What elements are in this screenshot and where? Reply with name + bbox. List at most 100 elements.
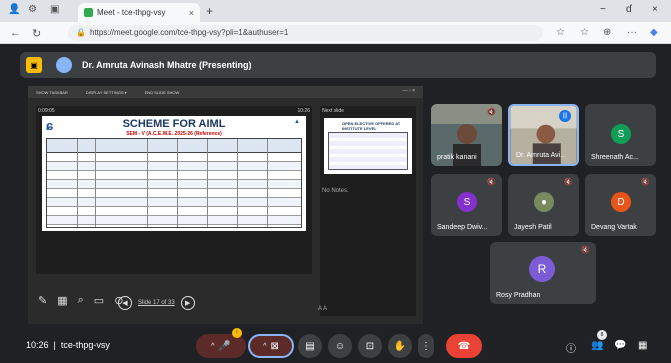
participant-tile[interactable]: 🔇 D Devang Vartak: [585, 174, 656, 236]
more-menu-icon[interactable]: ···: [627, 27, 637, 38]
slide-timer: 0:09:05: [38, 108, 55, 114]
presenter-toolbar: SHOW TASKBAR DISPLAY SETTINGS ▾ END SLID…: [28, 86, 423, 98]
participant-avatar: R: [529, 256, 555, 282]
participant-tile[interactable]: 🔇 pratik kanani: [431, 104, 502, 166]
chevron-up-icon[interactable]: ^: [211, 343, 214, 350]
table-row: [47, 180, 301, 189]
present-button[interactable]: ⊡: [358, 334, 382, 358]
current-slide: ɕ ▲ SCHEME FOR AIML SEM - V (A.C.E.W.E. …: [42, 116, 306, 231]
hand-icon: ✋: [393, 340, 407, 352]
camera-off-icon: ⊠: [270, 340, 279, 352]
participant-name: Dr. Amruta Avi...: [516, 152, 567, 159]
participant-tile[interactable]: 🔇 R Rosy Pradhan: [490, 242, 596, 304]
presenter-tools: ✎ ▦ ⌕ ▭ ⊙: [38, 294, 123, 307]
participant-name: Devang Vartak: [591, 224, 637, 231]
display-settings-button: DISPLAY SETTINGS ▾: [85, 89, 127, 95]
tab-actions-icon[interactable]: ▣: [50, 4, 59, 15]
end-slide-show-button: END SLIDE SHOW: [144, 89, 180, 95]
table-row: [47, 171, 301, 180]
leave-call-button[interactable]: ☎: [446, 334, 482, 358]
table-divider: [267, 139, 268, 227]
table-divider: [95, 139, 96, 227]
meet-favicon-icon: [84, 8, 93, 17]
url-field[interactable]: 🔒 https://meet.google.com/tce-thpg-vsy?p…: [68, 25, 543, 41]
maximize-button[interactable]: ɗ: [626, 4, 632, 15]
participant-photo-avatar: ●: [534, 192, 554, 212]
slide-navigation: ◀ Slide 17 of 33 ▶: [118, 296, 195, 310]
mic-off-icon: 🎤: [218, 340, 231, 352]
zoom-magnifier-icon: ⌕: [77, 294, 84, 306]
mic-off-icon: 🔇: [487, 179, 496, 186]
table-row: [47, 216, 301, 225]
next-slide-icon: ▶: [180, 296, 195, 310]
call-controls-bar: 10:26 | tce-thpg-vsy ^ 🎤 ! ^ ⊠ ▤ ☺ ⊡ ✋ ⋮…: [0, 328, 671, 363]
more-vert-icon: ⋮: [421, 340, 431, 352]
participant-avatar: S: [457, 192, 477, 212]
participant-tile[interactable]: 🔇 S Sandeep Dwiv...: [431, 174, 502, 236]
table-divider: [207, 139, 208, 227]
pen-icon: ✎: [38, 295, 48, 307]
reactions-button[interactable]: ☺: [328, 334, 352, 358]
chat-icon[interactable]: 💬: [614, 340, 626, 351]
participant-tile[interactable]: ||| Dr. Amruta Avi...: [508, 104, 579, 166]
url-text: https://meet.google.com/tce-thpg-vsy?pli…: [90, 28, 289, 37]
chevron-up-icon[interactable]: ^: [263, 343, 266, 350]
meeting-time-and-code: 10:26 | tce-thpg-vsy: [26, 340, 110, 350]
table-row: [47, 198, 301, 207]
collections-icon[interactable]: ☆: [580, 27, 589, 38]
meeting-info-icon[interactable]: ⓘ: [566, 340, 576, 355]
participant-tile[interactable]: S Shreenath Ac...: [585, 104, 656, 166]
show-taskbar-button: SHOW TASKBAR: [36, 89, 68, 95]
next-slide-pane: Next slide OPEN ELECTIVE OFFERED AT INST…: [320, 106, 416, 316]
slide-clock: 10:26: [297, 108, 310, 114]
presenter-avatar: [56, 57, 72, 73]
table-header: [47, 139, 301, 153]
tab-title: Meet - tce-thpg-vsy: [97, 8, 166, 17]
workspaces-icon[interactable]: ⚙: [28, 4, 37, 15]
people-icon[interactable]: 👥: [591, 340, 603, 351]
mic-off-icon: 🔇: [564, 179, 573, 186]
font-size-icons: A A: [318, 306, 328, 312]
address-bar-row: ← ↻ 🔒 https://meet.google.com/tce-thpg-v…: [0, 22, 671, 44]
participant-name: Jayesh Patil: [514, 224, 552, 231]
captions-icon: ▤: [305, 340, 315, 352]
hang-up-icon: ☎: [457, 340, 471, 352]
browser-tab-meet[interactable]: Meet - tce-thpg-vsy ×: [78, 3, 200, 22]
emoji-icon: ☺: [334, 340, 346, 352]
activities-icon[interactable]: ▦: [638, 340, 647, 351]
participant-tile[interactable]: 🔇 ● Jayesh Patil: [508, 174, 579, 236]
close-window-button[interactable]: ×: [652, 4, 658, 15]
participant-name: Shreenath Ac...: [591, 154, 639, 161]
captions-button[interactable]: ▤: [298, 334, 322, 358]
table-divider: [77, 139, 78, 227]
lock-icon: 🔒: [76, 28, 86, 37]
share-window-controls: — ▫ ×: [402, 88, 415, 94]
back-arrow-icon[interactable]: ←: [10, 27, 21, 39]
copilot-icon[interactable]: ◆: [650, 27, 658, 38]
mic-off-icon: 🔇: [487, 109, 496, 116]
scheme-table: [46, 138, 302, 228]
speaking-indicator-icon: |||: [559, 110, 571, 122]
reload-icon[interactable]: ↻: [32, 27, 41, 40]
minimize-button[interactable]: −: [600, 4, 606, 15]
profile-icon[interactable]: 👤: [8, 4, 20, 15]
next-slide-label: Next slide: [322, 108, 344, 114]
close-tab-icon[interactable]: ×: [189, 8, 194, 18]
raise-hand-button[interactable]: ✋: [388, 334, 412, 358]
table-divider: [147, 139, 148, 227]
favorite-star-icon[interactable]: ☆: [556, 27, 565, 38]
table-divider: [177, 139, 178, 227]
alert-badge: !: [232, 328, 242, 338]
more-options-button[interactable]: ⋮: [418, 334, 434, 358]
slide-subtitle: SEM - V (A.C.E.W.E. 2025-26 (Reference): [126, 131, 222, 137]
present-screen-icon: ▣: [26, 57, 42, 73]
participant-avatar: S: [611, 124, 631, 144]
new-tab-button[interactable]: +: [206, 4, 213, 18]
extension-icon[interactable]: ⊕: [603, 27, 611, 38]
participant-name: pratik kanani: [437, 154, 477, 161]
presenting-title: Dr. Amruta Avinash Mhatre (Presenting): [82, 60, 252, 70]
participant-avatar: D: [611, 192, 631, 212]
next-slide-title: OPEN ELECTIVE OFFERED AT INSTITUTE LEVEL: [342, 121, 401, 131]
camera-toggle-button[interactable]: ^ ⊠: [248, 334, 294, 358]
mic-off-icon: 🔇: [581, 247, 590, 254]
